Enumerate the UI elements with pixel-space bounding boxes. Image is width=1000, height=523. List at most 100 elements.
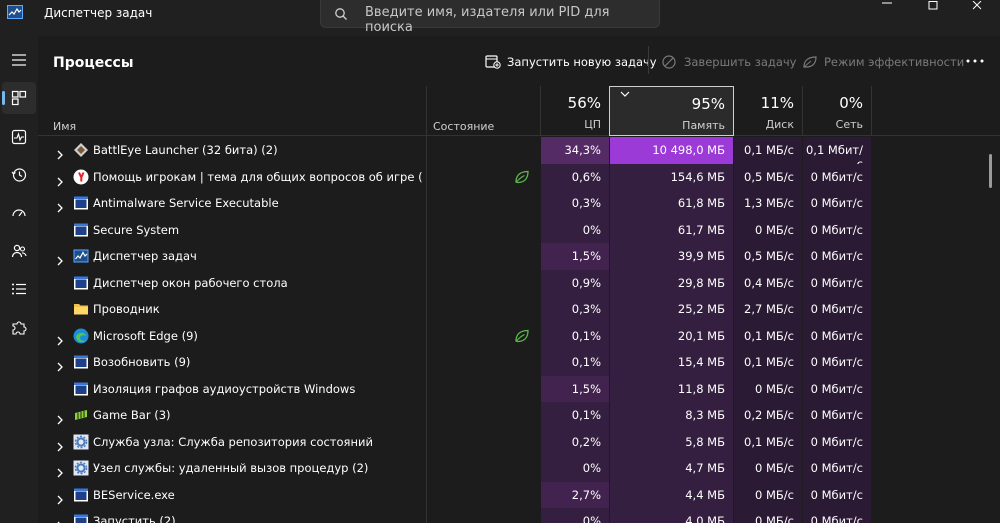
disk-cell: 0,5 МБ/с bbox=[734, 243, 802, 270]
cpu-cell: 0,6% bbox=[541, 163, 609, 190]
disk-cell: 1,3 МБ/с bbox=[734, 190, 802, 217]
column-divider bbox=[871, 86, 872, 136]
chevron-right-icon[interactable] bbox=[55, 145, 65, 160]
memory-cell: 154,6 МБ bbox=[610, 163, 733, 190]
search-input[interactable]: Введите имя, издателя или PID для поиска bbox=[320, 0, 660, 35]
chevron-right-icon[interactable] bbox=[55, 463, 65, 478]
battleye-icon bbox=[73, 142, 89, 158]
chevron-right-icon[interactable] bbox=[55, 410, 65, 425]
disk-cell: 0,1 МБ/с bbox=[734, 322, 802, 349]
search-placeholder: Введите имя, издателя или PID для поиска bbox=[365, 5, 610, 35]
process-row[interactable]: Antimalware Service Executable 0,3% 61,8 М… bbox=[38, 190, 988, 217]
cpu-cell: 0% bbox=[541, 508, 609, 523]
efficiency-mode-button[interactable]: Режим эффективности bbox=[802, 50, 964, 74]
window-app-icon bbox=[73, 487, 89, 503]
disk-cell: 0,1 МБ/с bbox=[734, 349, 802, 376]
network-cell: 0 Мбит/с bbox=[803, 296, 871, 323]
more-options-button[interactable] bbox=[960, 53, 990, 73]
minimize-button[interactable] bbox=[864, 0, 910, 20]
close-icon bbox=[972, 1, 982, 10]
process-row[interactable]: Game Bar (3) 0,1% 8,3 МБ 0,2 МБ/с 0 Мбит/с bbox=[38, 402, 988, 429]
process-row[interactable]: Узел службы: удаленный вызов процедур (2… bbox=[38, 455, 988, 482]
nav-details[interactable] bbox=[2, 273, 36, 305]
process-name: Запустить (2) bbox=[93, 514, 176, 523]
disk-cell: 0 МБ/с bbox=[734, 216, 802, 243]
services-puzzle-icon bbox=[12, 321, 27, 335]
column-header-disk[interactable]: 11% Диск bbox=[734, 86, 802, 136]
vertical-scrollbar[interactable] bbox=[989, 154, 992, 188]
cpu-cell: 0,3% bbox=[541, 296, 609, 323]
chevron-right-icon[interactable] bbox=[55, 331, 65, 345]
nav-performance[interactable] bbox=[2, 121, 36, 153]
process-name: Помощь игрокам | тема для общих вопросов… bbox=[93, 169, 423, 184]
chevron-right-icon[interactable] bbox=[55, 172, 65, 186]
cpu-cell: 0,3% bbox=[541, 190, 609, 217]
hamburger-menu-button[interactable] bbox=[2, 44, 36, 76]
nav-app-history[interactable] bbox=[2, 159, 36, 191]
nav-services[interactable] bbox=[2, 312, 36, 344]
memory-cell: 39,9 МБ bbox=[610, 243, 733, 270]
process-row[interactable]: Microsoft Edge (9) 0,1% 20,1 МБ 0,1 МБ/с 0 М… bbox=[38, 322, 988, 349]
chevron-right-icon[interactable] bbox=[55, 251, 65, 266]
end-task-button[interactable]: Завершить задачу bbox=[662, 50, 796, 74]
process-name: Secure System bbox=[93, 222, 180, 237]
nav-users[interactable] bbox=[2, 235, 36, 267]
process-row[interactable]: Служба узла: Служба репозитория состояни… bbox=[38, 428, 988, 455]
column-header-cpu[interactable]: 56% ЦП bbox=[541, 86, 609, 136]
network-cell: 0 Мбит/с bbox=[803, 481, 871, 508]
memory-cell: 61,7 МБ bbox=[610, 216, 733, 243]
efficiency-leaf-icon bbox=[514, 328, 530, 344]
run-new-task-button[interactable]: Запустить новую задачу bbox=[485, 50, 657, 74]
network-column-label: Сеть bbox=[835, 118, 863, 131]
process-row[interactable]: Запустить (2) 0% 4,0 МБ 0 МБ/с 0 Мбит/с bbox=[38, 508, 988, 523]
column-header-status[interactable]: Состояние bbox=[433, 120, 494, 133]
process-row[interactable]: Secure System 0% 61,7 МБ 0 МБ/с 0 Мбит/с bbox=[38, 216, 988, 243]
network-cell: 0,1 Мбит/с bbox=[803, 137, 871, 171]
cpu-cell: 2,7% bbox=[541, 481, 609, 508]
process-row[interactable]: BattlEye Launcher (32 бита) (2) 34,3% 10 4… bbox=[38, 137, 988, 171]
process-row[interactable]: BEService.exe 2,7% 4,4 МБ 0 МБ/с 0 Мбит/с bbox=[38, 481, 988, 508]
memory-cell: 4,4 МБ bbox=[610, 481, 733, 508]
process-row[interactable]: Диспетчер окон рабочего стола 0,9% 29,8 МБ… bbox=[38, 269, 988, 296]
history-icon bbox=[11, 168, 27, 182]
chevron-right-icon[interactable] bbox=[55, 516, 65, 523]
window-app-icon bbox=[73, 381, 89, 397]
close-button[interactable] bbox=[954, 0, 1000, 20]
chevron-right-icon[interactable] bbox=[55, 357, 65, 372]
network-cell: 0 Мбит/с bbox=[803, 375, 871, 402]
nav-processes[interactable] bbox=[2, 82, 36, 114]
cpu-cell: 0% bbox=[541, 455, 609, 482]
column-header-memory[interactable]: 95% Память bbox=[609, 86, 734, 136]
window-title: Диспетчер задач bbox=[44, 6, 153, 20]
new-task-icon bbox=[485, 55, 501, 69]
maximize-button[interactable] bbox=[910, 0, 956, 20]
task-manager-icon bbox=[7, 4, 23, 19]
chevron-right-icon[interactable] bbox=[55, 490, 65, 504]
network-cell: 0 Мбит/с bbox=[803, 216, 871, 243]
minimize-icon bbox=[882, 2, 892, 4]
game-bar-icon bbox=[73, 407, 89, 423]
cpu-column-label: ЦП bbox=[584, 118, 601, 131]
column-header-network[interactable]: 0% Сеть bbox=[803, 86, 871, 136]
column-header-name[interactable]: Имя bbox=[53, 120, 76, 133]
chevron-right-icon[interactable] bbox=[55, 198, 65, 213]
cpu-total-percent: 56% bbox=[567, 94, 601, 112]
process-row[interactable]: Возобновить (9) 0,1% 15,4 МБ 0,1 МБ/с 0 Мбит… bbox=[38, 349, 988, 376]
network-cell: 0 Мбит/с bbox=[803, 349, 871, 376]
process-row[interactable]: Диспетчер задач 1,5% 39,9 МБ 0,5 МБ/с 0 Мбит… bbox=[38, 243, 988, 270]
process-row[interactable]: Проводник 0,3% 25,2 МБ 2,7 МБ/с 0 Мбит/с bbox=[38, 296, 988, 323]
disk-cell: 0,1 МБ/с bbox=[734, 137, 802, 164]
network-cell: 0 Мбит/с bbox=[803, 508, 871, 523]
window-app-icon bbox=[73, 222, 89, 238]
process-row[interactable]: Помощь игрокам | тема для общих вопросов… bbox=[38, 163, 988, 190]
chevron-right-icon[interactable] bbox=[55, 437, 65, 451]
process-name: BattlEye Launcher (32 бита) (2) bbox=[93, 143, 278, 157]
page-title: Процессы bbox=[53, 55, 134, 71]
search-icon bbox=[334, 6, 348, 20]
memory-cell: 4,0 МБ bbox=[610, 508, 733, 523]
nav-startup-apps[interactable] bbox=[2, 197, 36, 229]
details-list-icon bbox=[12, 283, 26, 295]
gear-service-icon bbox=[73, 460, 89, 476]
process-row[interactable]: Изоляция графов аудиоустройств Windows 1,… bbox=[38, 375, 988, 402]
memory-cell: 10 498,0 МБ bbox=[610, 137, 733, 164]
